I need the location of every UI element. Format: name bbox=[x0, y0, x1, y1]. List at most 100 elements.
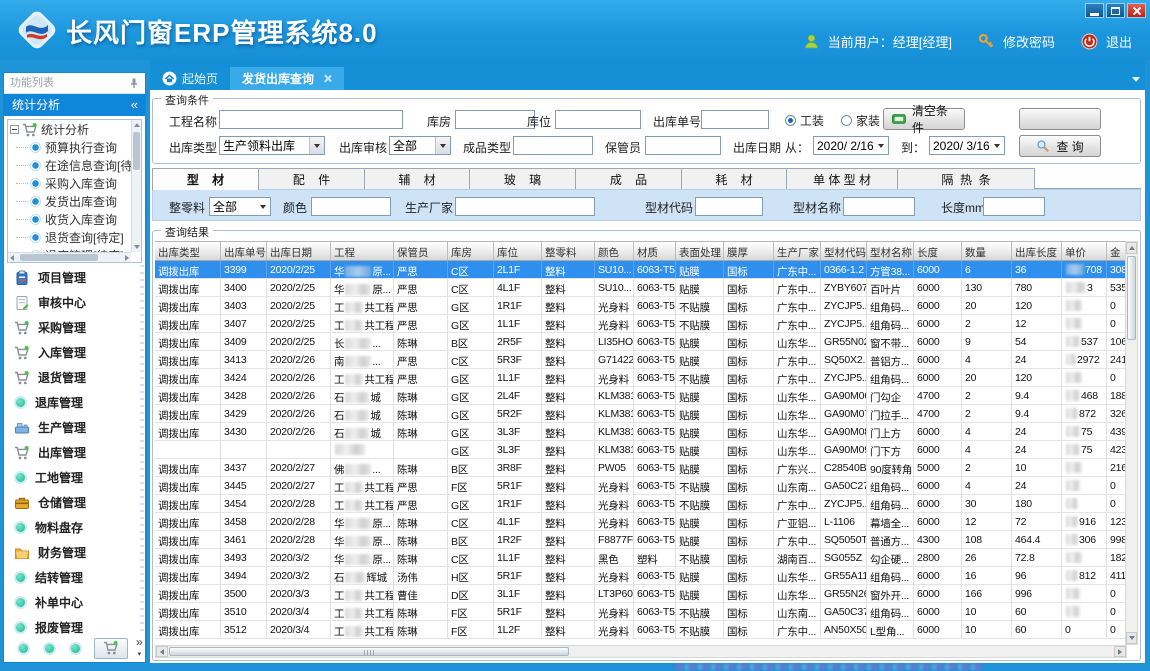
project-name-input[interactable] bbox=[219, 110, 403, 129]
table-row[interactable]: 调拨出库34292020/2/26石城陈琳G区5R2F整料KLM38176063… bbox=[155, 405, 1127, 423]
manufacturer-input[interactable] bbox=[455, 197, 595, 216]
table-row[interactable]: 调拨出库34302020/2/26石城陈琳G区3L3F整料KLM38176063… bbox=[155, 423, 1127, 441]
sidebar-item-入库管理[interactable]: 入库管理 bbox=[4, 340, 145, 365]
tree-vertical-scrollbar[interactable] bbox=[131, 120, 141, 252]
table-row[interactable]: 调拨出库34132020/2/26南...严思C区5R3F整料G71422606… bbox=[155, 351, 1127, 369]
column-header-单价[interactable]: 单价 bbox=[1062, 242, 1107, 260]
quick-dot-icon[interactable] bbox=[17, 642, 30, 655]
sidebar-item-出库管理[interactable]: 出库管理 bbox=[4, 440, 145, 465]
column-header-出库类型[interactable]: 出库类型 bbox=[155, 242, 221, 260]
color-input[interactable] bbox=[311, 197, 391, 216]
subtab-5[interactable]: 成 品 bbox=[575, 168, 682, 189]
table-row[interactable]: 调拨出库35002020/3/3工共工程曹佳D区3L1F整料LT3P606063… bbox=[155, 585, 1127, 603]
maximize-button[interactable] bbox=[1106, 3, 1125, 18]
table-row[interactable]: 调拨出库34032020/2/25工共工程严思G区1R1F整料光身料6063-T… bbox=[155, 297, 1127, 315]
whole-part-select[interactable]: 全部 bbox=[209, 197, 271, 216]
column-header-生产厂家[interactable]: 生产厂家 bbox=[774, 242, 821, 260]
document-tab-outbound-query[interactable]: 发货出库查询 bbox=[230, 67, 344, 90]
column-header-库房[interactable]: 库房 bbox=[448, 242, 494, 260]
table-row[interactable]: 调拨出库35102020/3/4工共工程陈琳F区5R1F整料光身料6063-T5… bbox=[155, 603, 1127, 621]
clear-conditions-button[interactable]: 清空条件 bbox=[883, 108, 965, 130]
close-button[interactable] bbox=[1127, 3, 1146, 18]
column-header-金[interactable]: 金 bbox=[1107, 242, 1127, 260]
quick-dot-icon[interactable] bbox=[43, 642, 56, 655]
column-header-出库长度[interactable]: 出库长度 bbox=[1012, 242, 1062, 260]
tree-root-statistics[interactable]: 统计分析 bbox=[8, 120, 141, 138]
sidebar-item-工地管理[interactable]: 工地管理 bbox=[4, 465, 145, 490]
subtab-6[interactable]: 耗 材 bbox=[681, 168, 787, 189]
table-row[interactable]: 调拨出库34242020/2/26工共工程严思G区1L1F整料光身料6063-T… bbox=[155, 369, 1127, 387]
tree-item[interactable]: 在途信息查询[待 bbox=[8, 156, 141, 174]
sidebar-item-结转管理[interactable]: 结转管理 bbox=[4, 565, 145, 590]
column-header-表面处理[interactable]: 表面处理 bbox=[676, 242, 724, 260]
date-to-select[interactable]: 2020/ 3/16 bbox=[929, 136, 1005, 155]
sidebar-item-补单中心[interactable]: 补单中心 bbox=[4, 590, 145, 615]
table-row[interactable]: 调拨出库34282020/2/26石城陈琳G区2L4F整料KLM38176063… bbox=[155, 387, 1127, 405]
subtab-4[interactable]: 玻 璃 bbox=[469, 168, 576, 189]
sidebar-item-采购管理[interactable]: 采购管理 bbox=[4, 315, 145, 340]
tree-item[interactable]: 发货出库查询 bbox=[8, 192, 141, 210]
sidebar-scroll-strip[interactable] bbox=[140, 265, 144, 634]
column-header-材质[interactable]: 材质 bbox=[634, 242, 676, 260]
table-row[interactable]: 调拨出库34612020/2/28华原...陈琳B区1R2F整料F8877FT6… bbox=[155, 531, 1127, 549]
sidebar-item-报废管理[interactable]: 报废管理 bbox=[4, 615, 145, 636]
column-header-数量[interactable]: 数量 bbox=[962, 242, 1012, 260]
tab-list-dropdown-icon[interactable] bbox=[1132, 77, 1140, 82]
table-row[interactable]: 调拨出库34582020/2/28华原...陈琳C区4L1F整料光身料6063-… bbox=[155, 513, 1127, 531]
collapse-icon[interactable]: « bbox=[131, 94, 138, 116]
profile-code-input[interactable] bbox=[695, 197, 763, 216]
pin-icon[interactable] bbox=[128, 77, 140, 89]
radio-gongzhuang[interactable]: 工装 bbox=[785, 112, 824, 129]
table-row[interactable]: G区3L3F整料KLM38176063-T5贴膜国标山东华...GA90M09.… bbox=[155, 441, 1127, 459]
section-header-statistics[interactable]: 统计分析 « bbox=[4, 94, 145, 116]
column-header-膜厚[interactable]: 膜厚 bbox=[724, 242, 774, 260]
column-header-出库单号[interactable]: 出库单号 bbox=[221, 242, 267, 260]
location-input[interactable] bbox=[555, 110, 641, 129]
search-button[interactable]: 查 询 bbox=[1019, 135, 1101, 157]
tree-item[interactable]: 采购入库查询 bbox=[8, 174, 141, 192]
quick-dot-icon[interactable] bbox=[69, 642, 82, 655]
sidebar-item-退库管理[interactable]: 退库管理 bbox=[4, 390, 145, 415]
table-row[interactable]: 调拨出库34932020/3/2华原...陈琳C区1L1F整料黑色塑料不贴膜国标… bbox=[155, 549, 1127, 567]
column-header-长度[interactable]: 长度 bbox=[914, 242, 962, 260]
column-header-整零料[interactable]: 整零料 bbox=[542, 242, 595, 260]
sidebar-item-退货管理[interactable]: 退货管理 bbox=[4, 365, 145, 390]
subtab-3[interactable]: 辅 材 bbox=[364, 168, 470, 189]
table-row[interactable]: 调拨出库34092020/2/25长...陈琳B区2R5F整料LI35HO606… bbox=[155, 333, 1127, 351]
outbound-type-select[interactable]: 生产领料出库 bbox=[219, 136, 325, 155]
table-row[interactable]: 调拨出库34942020/3/2石辉城汤伟H区5R1F整料光身料6063-T5贴… bbox=[155, 567, 1127, 585]
warehouse-input[interactable] bbox=[455, 110, 535, 129]
subtab-8[interactable]: 隔 热 条 bbox=[897, 168, 1035, 189]
table-horizontal-scrollbar[interactable] bbox=[155, 645, 1127, 658]
column-header-出库日期[interactable]: 出库日期 bbox=[267, 242, 331, 260]
sidebar-item-财务管理[interactable]: 财务管理 bbox=[4, 540, 145, 565]
outbound-audit-select[interactable]: 全部 bbox=[389, 136, 451, 155]
document-tab-home[interactable]: 起始页 bbox=[150, 67, 230, 90]
sidebar-item-生产管理[interactable]: 生产管理 bbox=[4, 415, 145, 440]
keeper-input[interactable] bbox=[645, 136, 721, 155]
quick-cart-button[interactable] bbox=[94, 638, 128, 659]
radio-jiazhuang[interactable]: 家装 bbox=[841, 112, 880, 129]
tree-item[interactable]: 收货入库查询 bbox=[8, 210, 141, 228]
sidebar-item-项目管理[interactable]: 项目管理 bbox=[4, 265, 145, 290]
sidebar-item-物料盘存[interactable]: 物料盘存 bbox=[4, 515, 145, 540]
column-header-型材代码[interactable]: 型材代码 bbox=[821, 242, 867, 260]
subtab-2[interactable]: 配 件 bbox=[258, 168, 365, 189]
column-header-颜色[interactable]: 颜色 bbox=[595, 242, 634, 260]
table-row[interactable]: 调拨出库34372020/2/27佛...陈琳B区3R8F整料PW056063-… bbox=[155, 459, 1127, 477]
product-type-input[interactable] bbox=[513, 136, 593, 155]
sidebar-item-审核中心[interactable]: 审核中心 bbox=[4, 290, 145, 315]
order-number-input[interactable] bbox=[701, 110, 769, 129]
sidebar-item-仓储管理[interactable]: 仓储管理 bbox=[4, 490, 145, 515]
tab-close-icon[interactable] bbox=[323, 74, 332, 83]
tree-item[interactable]: 预算执行查询 bbox=[8, 138, 141, 156]
subtab-1[interactable]: 型 材 bbox=[152, 168, 259, 190]
subtab-7[interactable]: 单 体 型 材 bbox=[786, 168, 898, 189]
table-row[interactable]: 调拨出库35122020/3/4工共工程陈琳F区1L2F整料光身料6063-T5… bbox=[155, 621, 1127, 639]
column-header-型材名称[interactable]: 型材名称 bbox=[867, 242, 914, 260]
change-password-link[interactable]: 修改密码 bbox=[1003, 32, 1055, 51]
length-input[interactable] bbox=[983, 197, 1045, 216]
table-row[interactable]: 调拨出库34452020/2/27工共工程严思F区5R1F整料光身料6063-T… bbox=[155, 477, 1127, 495]
more-buttons-chevron[interactable]: »▾ bbox=[136, 637, 143, 660]
date-from-select[interactable]: 2020/ 2/16 bbox=[813, 136, 889, 155]
